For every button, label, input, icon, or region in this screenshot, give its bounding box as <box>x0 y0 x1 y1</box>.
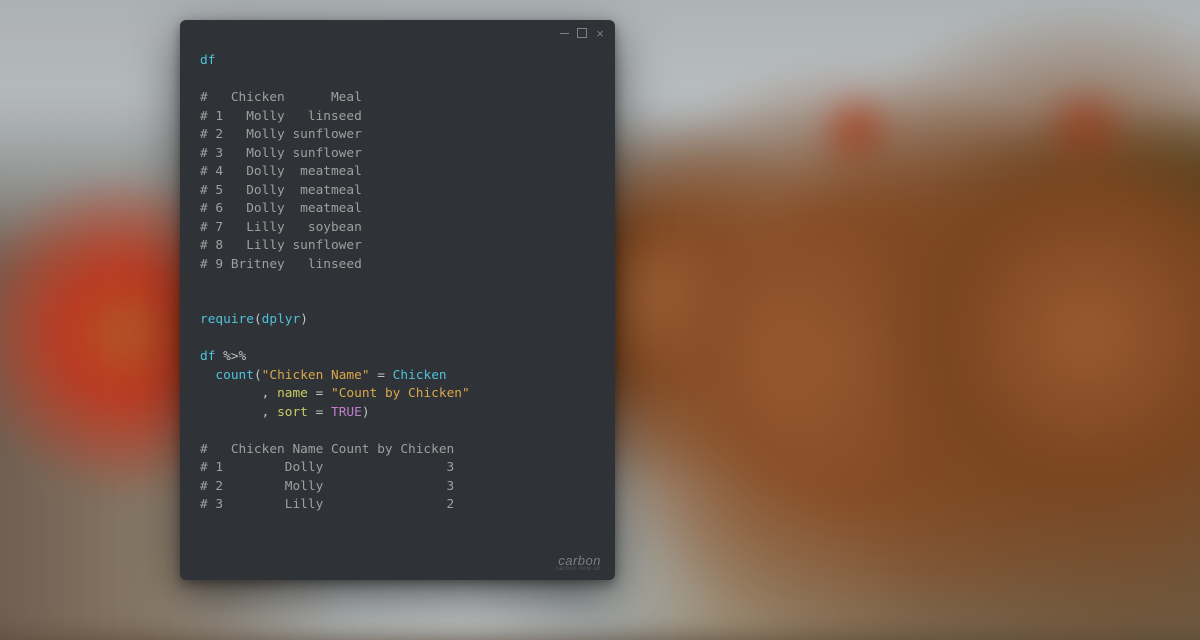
watermark-sub: carbon.now.sh <box>556 566 601 572</box>
code-comment: # 8 Lilly sunflower <box>200 238 362 253</box>
code-comment: # 1 Dolly 3 <box>200 460 454 475</box>
code-token-var: df <box>200 53 215 68</box>
code-token-punct: = <box>308 405 331 420</box>
code-indent <box>200 368 215 383</box>
code-token-string: "Chicken Name" <box>262 368 370 383</box>
code-token-pipe: %>% <box>215 349 246 364</box>
code-comment: # 4 Dolly meatmeal <box>200 164 362 179</box>
code-comment: # Chicken Name Count by Chicken <box>200 442 454 457</box>
code-comment: # 3 Molly sunflower <box>200 146 362 161</box>
code-token-named: name <box>277 386 308 401</box>
code-comment: # 5 Dolly meatmeal <box>200 183 362 198</box>
maximize-icon[interactable] <box>577 28 587 38</box>
code-comment: # 1 Molly linseed <box>200 109 362 124</box>
code-indent <box>200 405 262 420</box>
code-comment: # 9 Britney linseed <box>200 257 362 272</box>
code-token-var: df <box>200 349 215 364</box>
code-window: × df # Chicken Meal # 1 Molly linseed # … <box>180 20 615 580</box>
code-token-func: count <box>215 368 254 383</box>
code-token-punct: ( <box>254 312 262 327</box>
code-comment: # 3 Lilly 2 <box>200 497 454 512</box>
code-token-punct: = <box>370 368 393 383</box>
code-token-string: "Count by Chicken" <box>331 386 470 401</box>
code-token-punct: , <box>262 386 277 401</box>
code-token-named: sort <box>277 405 308 420</box>
window-titlebar: × <box>180 20 615 46</box>
code-token-id: Chicken <box>393 368 447 383</box>
close-icon[interactable]: × <box>595 28 605 38</box>
code-token-punct: , <box>262 405 277 420</box>
carbon-watermark: carbon carbon.now.sh <box>556 553 601 572</box>
code-token-punct: = <box>308 386 331 401</box>
code-token-punct: ( <box>254 368 262 383</box>
code-comment: # 2 Molly 3 <box>200 479 454 494</box>
code-block: df # Chicken Meal # 1 Molly linseed # 2 … <box>180 46 615 580</box>
code-token-const: TRUE <box>331 405 362 420</box>
code-token-func: require <box>200 312 254 327</box>
code-token-arg: dplyr <box>262 312 301 327</box>
code-comment: # 6 Dolly meatmeal <box>200 201 362 216</box>
minimize-icon[interactable] <box>559 28 569 38</box>
code-comment: # Chicken Meal <box>200 90 362 105</box>
code-token-punct: ) <box>300 312 308 327</box>
code-indent <box>200 386 262 401</box>
code-comment: # 2 Molly sunflower <box>200 127 362 142</box>
code-comment: # 7 Lilly soybean <box>200 220 362 235</box>
code-token-punct: ) <box>362 405 370 420</box>
